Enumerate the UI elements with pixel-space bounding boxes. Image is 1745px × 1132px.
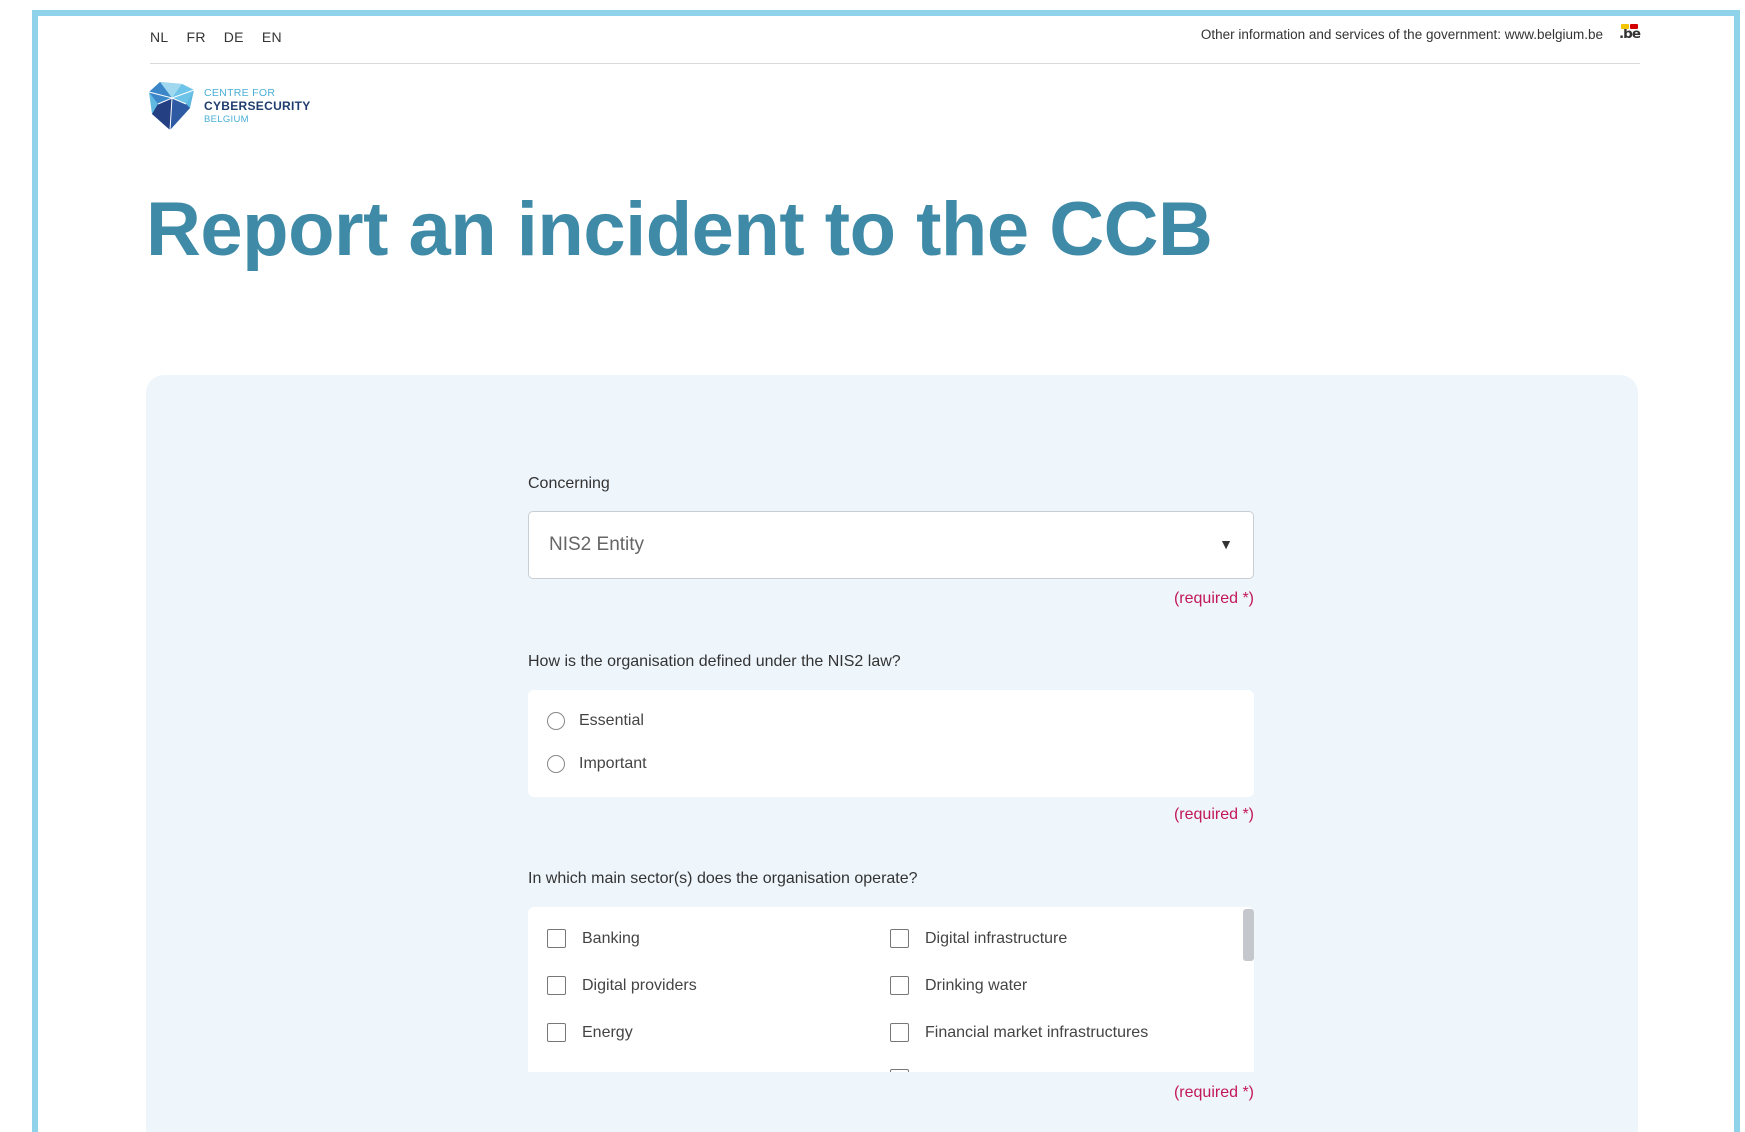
checkbox-drinking-water[interactable]: Drinking water bbox=[890, 976, 1027, 995]
radio-circle-icon[interactable] bbox=[547, 712, 565, 730]
checkbox-partial-next[interactable] bbox=[890, 1069, 925, 1072]
checkbox-square-icon[interactable] bbox=[547, 1023, 566, 1042]
checkbox-label: Digital providers bbox=[582, 976, 697, 994]
lang-de-link[interactable]: DE bbox=[224, 29, 244, 45]
checkbox-square-icon[interactable] bbox=[890, 1023, 909, 1042]
concerning-label: Concerning bbox=[528, 475, 610, 492]
checkbox-square-icon[interactable] bbox=[890, 1069, 909, 1072]
checkbox-banking[interactable]: Banking bbox=[547, 929, 640, 948]
definition-radio-group: Essential Important bbox=[528, 690, 1254, 797]
definition-required-note: (required *) bbox=[1173, 806, 1254, 823]
ccb-logo[interactable]: CENTRE FOR CYBERSECURITY BELGIUM bbox=[146, 80, 311, 132]
ccb-shield-icon bbox=[148, 82, 195, 131]
lang-nl-link[interactable]: NL bbox=[150, 29, 169, 45]
radio-label-essential: Essential bbox=[579, 712, 644, 729]
checkbox-financial-market-infrastructures[interactable]: Financial market infrastructures bbox=[890, 1023, 1148, 1042]
concerning-required-note: (required *) bbox=[1173, 590, 1254, 607]
logo-line-2: CYBERSECURITY bbox=[204, 98, 311, 113]
radio-option-important[interactable]: Important bbox=[547, 755, 647, 773]
checkbox-label: Financial market infrastructures bbox=[925, 1023, 1149, 1041]
radio-circle-icon[interactable] bbox=[547, 755, 565, 773]
sectors-label: In which main sector(s) does the organis… bbox=[528, 870, 918, 887]
sectors-required-note: (required *) bbox=[1173, 1084, 1254, 1101]
checkbox-square-icon[interactable] bbox=[547, 929, 566, 948]
checkbox-label: Digital infrastructure bbox=[925, 929, 1068, 947]
checkbox-label: Drinking water bbox=[925, 976, 1028, 994]
checkbox-square-icon[interactable] bbox=[890, 976, 909, 995]
checkbox-digital-infrastructure[interactable]: Digital infrastructure bbox=[890, 929, 1067, 948]
belgium-be-logo[interactable]: .be bbox=[1619, 24, 1641, 42]
logo-line-3: BELGIUM bbox=[204, 113, 249, 125]
concerning-select-value: NIS2 Entity bbox=[549, 534, 645, 555]
top-bar: NL FR DE EN Other information and servic… bbox=[150, 24, 1641, 64]
checkbox-label: Energy bbox=[582, 1023, 633, 1041]
sectors-scrollbar[interactable] bbox=[1243, 909, 1254, 961]
definition-label: How is the organisation defined under th… bbox=[528, 653, 901, 670]
checkbox-label: Banking bbox=[582, 929, 640, 947]
sectors-checkbox-list[interactable]: Banking Digital providers Energy Digital… bbox=[528, 907, 1254, 1072]
checkbox-digital-providers[interactable]: Digital providers bbox=[547, 976, 697, 995]
checkbox-energy[interactable]: Energy bbox=[547, 1023, 633, 1042]
checkbox-square-icon[interactable] bbox=[890, 929, 909, 948]
government-link[interactable]: Other information and services of the go… bbox=[1201, 27, 1603, 42]
radio-option-essential[interactable]: Essential bbox=[547, 712, 644, 730]
page-title: Report an incident to the CCB bbox=[146, 187, 1213, 272]
logo-line-1: CENTRE FOR bbox=[204, 86, 276, 99]
lang-fr-link[interactable]: FR bbox=[187, 29, 206, 45]
radio-label-important: Important bbox=[579, 755, 647, 772]
concerning-select[interactable]: NIS2 Entity ▼ bbox=[528, 511, 1254, 579]
government-info: Other information and services of the go… bbox=[1201, 24, 1641, 42]
checkbox-square-icon[interactable] bbox=[547, 976, 566, 995]
lang-en-link[interactable]: EN bbox=[262, 29, 282, 45]
dropdown-arrow-icon: ▼ bbox=[1219, 536, 1233, 552]
language-switcher: NL FR DE EN bbox=[150, 29, 300, 45]
